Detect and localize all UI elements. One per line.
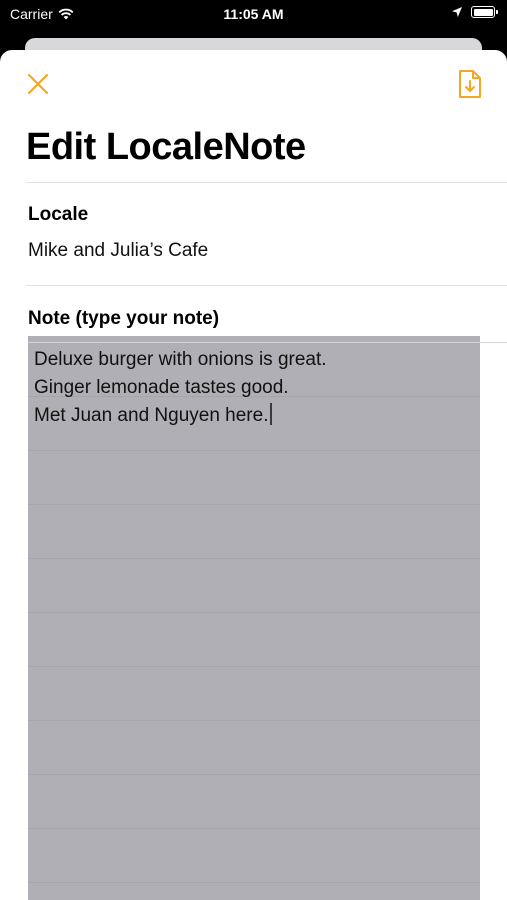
locale-field[interactable]: Mike and Julia’s Cafe <box>28 240 208 262</box>
battery-icon <box>471 6 498 18</box>
close-button[interactable] <box>24 70 52 98</box>
edit-sheet: Edit LocaleNote Locale Mike and Julia’s … <box>0 50 507 900</box>
note-rule-line <box>28 720 480 721</box>
note-text[interactable]: Deluxe burger with onions is great. Ging… <box>34 346 327 430</box>
title-divider <box>26 182 507 183</box>
note-rule-line <box>28 828 480 829</box>
note-line-3-wrap: Met Juan and Nguyen here. <box>34 402 327 430</box>
status-time: 11:05 AM <box>223 6 284 22</box>
note-line-2: Ginger lemonade tastes good. <box>34 377 289 398</box>
text-cursor <box>269 403 272 425</box>
note-rule-line <box>28 450 480 451</box>
note-rule-line <box>28 504 480 505</box>
locale-divider <box>26 285 507 286</box>
note-rule-line <box>28 558 480 559</box>
page-title: Edit LocaleNote <box>26 126 306 168</box>
note-rule-line <box>28 882 480 883</box>
export-button[interactable] <box>457 68 483 100</box>
note-line-3: Met Juan and Nguyen here. <box>34 405 269 426</box>
locale-label: Locale <box>28 204 89 225</box>
note-rule-line <box>28 774 480 775</box>
close-icon <box>27 73 49 95</box>
status-right <box>451 6 498 18</box>
note-rule-line <box>28 666 480 667</box>
document-download-icon <box>459 70 481 98</box>
note-rule-line <box>28 342 507 343</box>
status-bar: Carrier 11:05 AM <box>0 0 507 30</box>
location-arrow-icon <box>452 7 462 17</box>
note-label: Note (type your note) <box>28 308 220 329</box>
note-line-1: Deluxe burger with onions is great. <box>34 349 327 370</box>
note-rule-line <box>28 612 480 613</box>
